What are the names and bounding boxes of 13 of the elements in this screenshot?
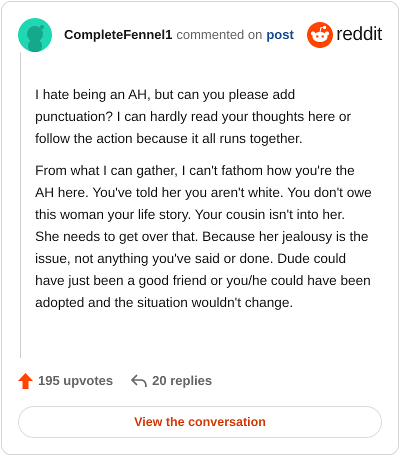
comment-paragraph: I hate being an AH, but can you please add punctuation? I can hardly read your thoughts here or follow the action because it all runs together.: [35, 86, 352, 148]
post-link[interactable]: post: [266, 25, 294, 45]
action-text: commented on: [176, 26, 262, 44]
comment-paragraph: From what I can gather, I can't fathom how you're the AH here. You've told her you aren't white. You don't owe this woman your life story. Your cousin isn't into her. She needs to get over that. Because her jealousy is the issue, not anything you've said or done. Dude could have just been a good friend or you/he could have been adopted and the situation wouldn't change.: [35, 162, 372, 312]
upvote-icon[interactable]: [18, 373, 33, 389]
reply-icon[interactable]: [131, 374, 148, 388]
brand-name: reddit: [336, 22, 382, 47]
reddit-logo-icon: [307, 22, 334, 48]
author-name[interactable]: CompleteFennel1: [64, 25, 172, 45]
reply-count: 20 replies: [152, 372, 212, 390]
view-conversation-button[interactable]: View the conversation: [18, 406, 382, 438]
avatar-icon: [18, 18, 52, 52]
upvote-count: 195 upvotes: [38, 372, 114, 390]
